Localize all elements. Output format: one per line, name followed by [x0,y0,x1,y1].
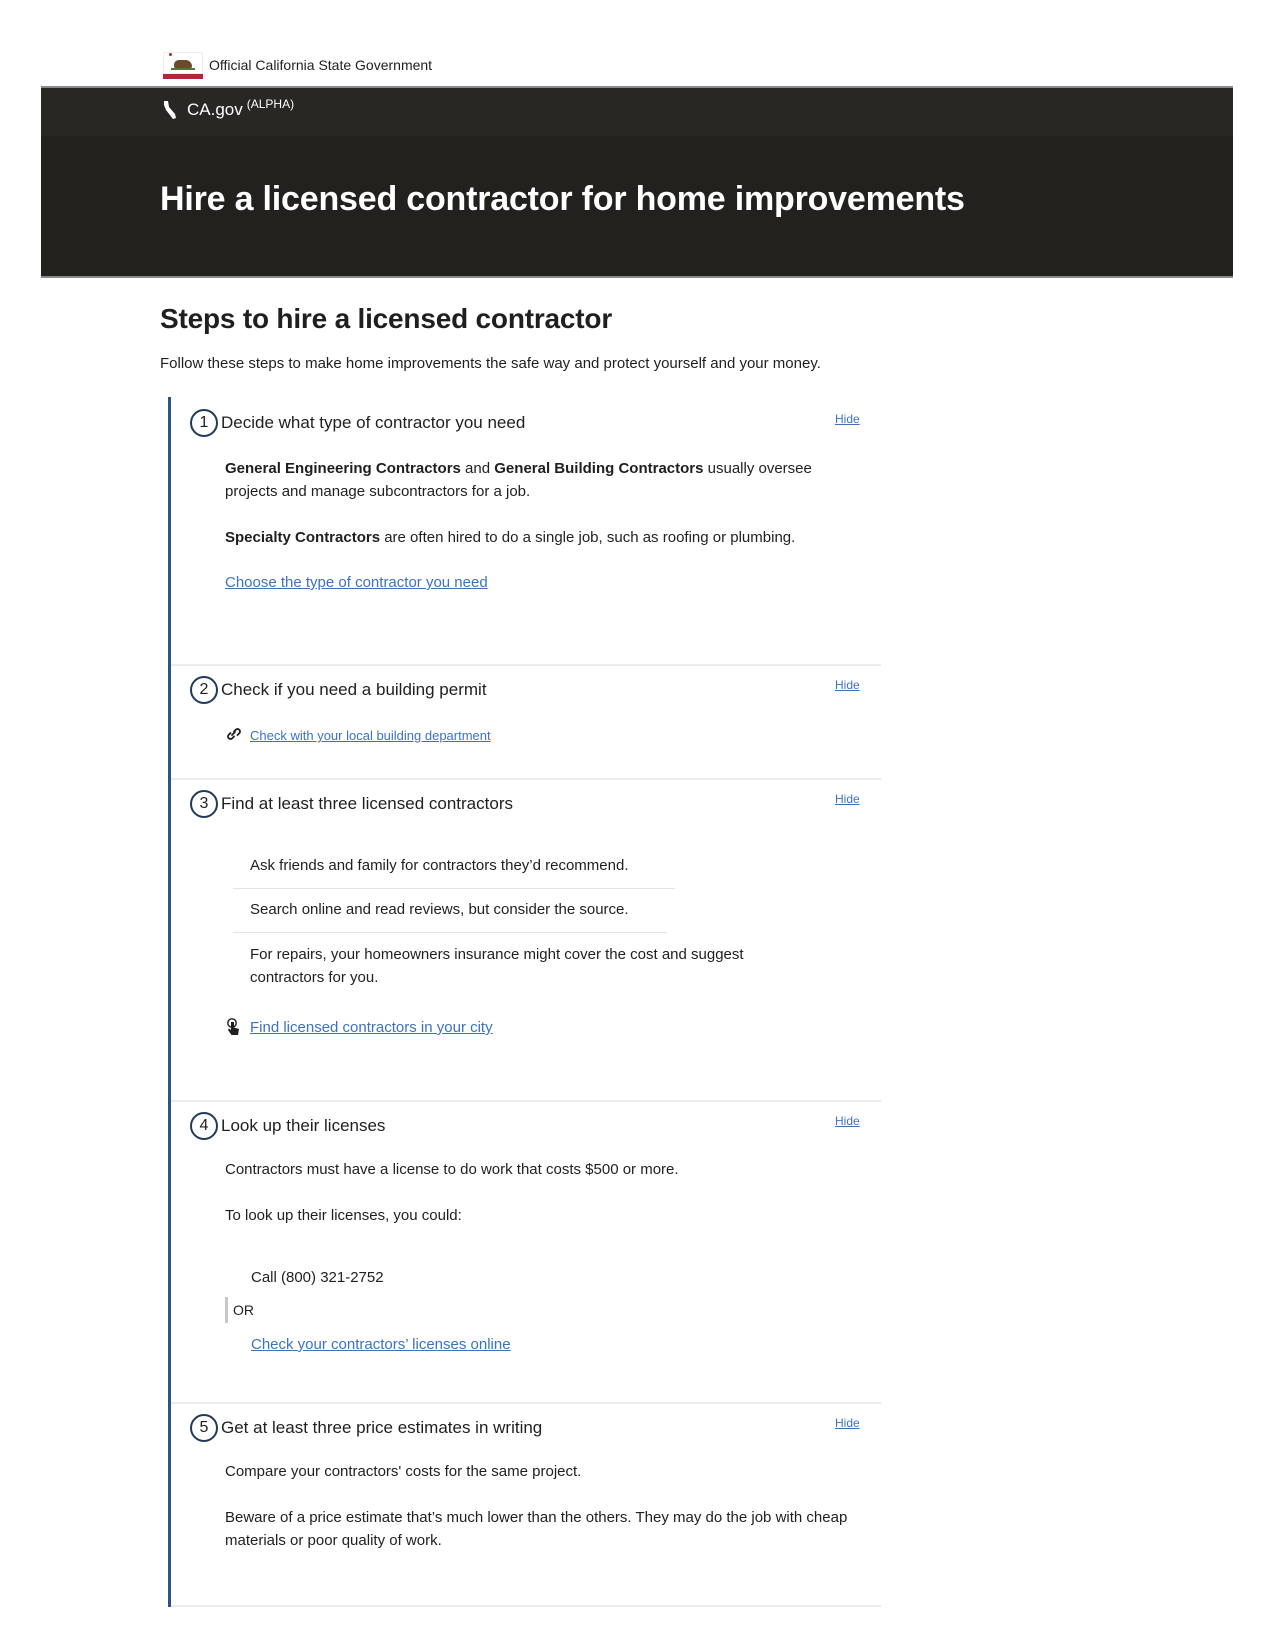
list-item: For repairs, your homeowners insurance m… [250,946,744,986]
nav-strip: CA.gov (ALPHA) [41,88,1233,136]
hide-step-2-button[interactable]: Hide [835,678,860,692]
step-title: Decide what type of contractor you need [221,413,526,432]
bold-term: General Engineering Contractors [225,460,461,477]
pointer-hand-icon [226,1018,241,1039]
step-divider [171,1100,881,1102]
local-building-department-link[interactable]: Check with your local building departmen… [250,728,491,743]
hide-step-3-button[interactable]: Hide [835,792,860,806]
list-item: Ask friends and family for contractors t… [250,857,629,874]
or-separator: OR [225,1297,254,1323]
find-licensed-contractors-link[interactable]: Find licensed contractors in your city [250,1019,493,1036]
step-number-badge: 1 [190,409,218,437]
bold-term: Specialty Contractors [225,529,381,546]
step-number-badge: 5 [190,1414,218,1442]
step-number-badge: 2 [190,676,218,704]
section-intro: Follow these steps to make home improvem… [160,355,821,372]
step-title: Get at least three price estimates in wr… [221,1418,543,1437]
call-phone-number: Call (800) 321-2752 [251,1269,384,1286]
official-gov-text: Official California State Government [209,57,433,73]
steps-list: 1 Decide what type of contractor you nee… [168,397,881,1607]
california-flag-icon [163,51,203,79]
step-1-paragraph-1: General Engineering Contractors and Gene… [225,460,812,500]
hide-step-4-button[interactable]: Hide [835,1114,860,1128]
brand-name: CA.gov [187,100,243,119]
step-5-header: 5 Get at least three price estimates in … [190,1414,542,1442]
page-title: Hire a licensed contractor for home impr… [160,180,965,218]
step-4-paragraph-1: Contractors must have a license to do wo… [225,1161,679,1178]
step-number-badge: 4 [190,1112,218,1140]
step-4-paragraph-2: To look up their licenses, you could: [225,1207,462,1224]
hide-step-5-button[interactable]: Hide [835,1416,860,1430]
step-5-paragraph-2: Beware of a price estimate that’s much l… [225,1509,848,1549]
step-number-badge: 3 [190,790,218,818]
list-item: Search online and read reviews, but cons… [250,901,629,918]
ca-gov-home-link[interactable]: CA.gov (ALPHA) [163,97,295,120]
list-divider [233,932,667,933]
page-header-banner: CA.gov (ALPHA) Hire a licensed contracto… [41,86,1233,278]
hide-step-1-button[interactable]: Hide [835,412,860,426]
alpha-tag: (ALPHA) [246,97,295,111]
step-3-header: 3 Find at least three licensed contracto… [190,790,513,818]
step-divider [171,1605,881,1607]
step-1-paragraph-2: Specialty Contractors are often hired to… [225,529,796,546]
section-title: Steps to hire a licensed contractor [160,303,613,334]
step-divider [171,778,881,780]
bold-term: General Building Contractors [494,460,704,477]
california-state-icon [164,101,176,119]
official-gov-bar: Official California State Government [163,50,432,80]
step-5-paragraph-1: Compare your contractors' costs for the … [225,1463,582,1480]
step-4-header: 4 Look up their licenses [190,1112,385,1140]
step-2-header: 2 Check if you need a building permit [190,676,487,704]
list-divider [233,888,675,889]
step-title: Look up their licenses [221,1116,386,1135]
link-icon [226,726,242,745]
step-1-header: 1 Decide what type of contractor you nee… [190,409,525,437]
choose-contractor-type-link[interactable]: Choose the type of contractor you need [225,574,488,591]
step-title: Check if you need a building permit [221,680,487,699]
step-divider [171,664,881,666]
check-licenses-online-link[interactable]: Check your contractors’ licenses online [251,1336,511,1353]
step-divider [171,1402,881,1404]
step-title: Find at least three licensed contractors [221,794,513,813]
